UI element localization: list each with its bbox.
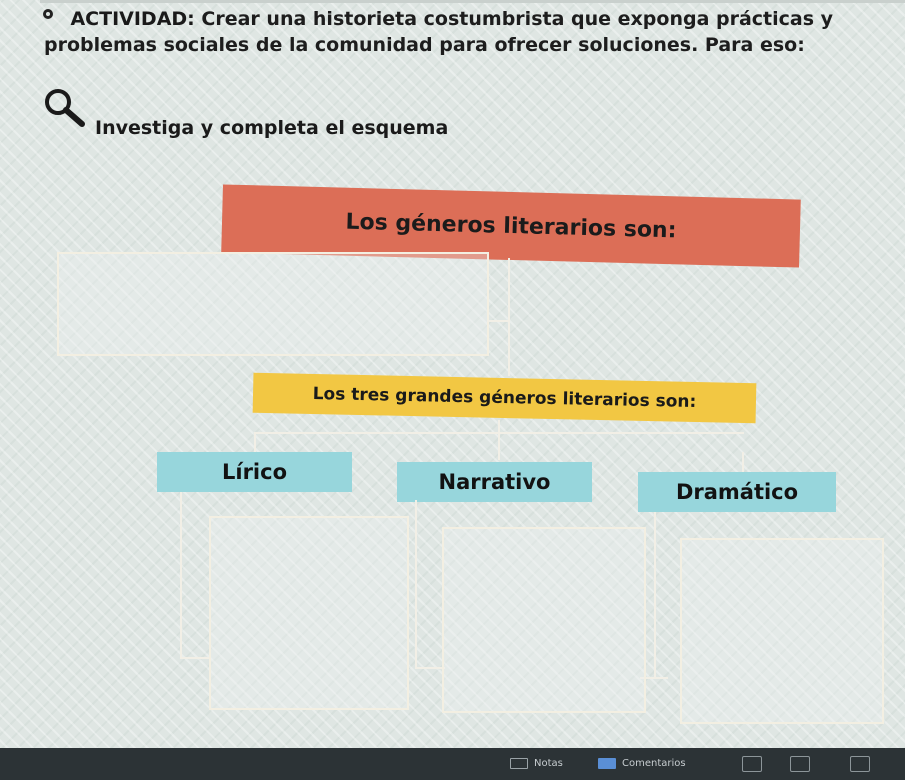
connector-line xyxy=(180,657,210,659)
dramatico-answer-box[interactable] xyxy=(680,538,884,724)
connector-line xyxy=(180,492,182,658)
bottom-toolbar: Notas Comentarios xyxy=(0,748,905,780)
connector-line xyxy=(415,667,445,669)
search-icon xyxy=(45,89,85,127)
lirico-answer-box[interactable] xyxy=(209,516,409,710)
connector-line xyxy=(654,512,656,678)
reading-view-icon[interactable] xyxy=(850,756,870,772)
genre-lirico: Lírico xyxy=(157,452,352,492)
activity-label: ACTIVIDAD: xyxy=(70,8,195,30)
connector-line xyxy=(498,420,500,460)
genre-dramatico: Dramático xyxy=(638,472,836,512)
sub-title-banner: Los tres grandes géneros literarios son: xyxy=(252,372,757,424)
main-title: Los géneros literarios son: xyxy=(345,209,677,243)
connector-line xyxy=(742,452,744,472)
instruction-text: Investiga y completa el esquema xyxy=(95,117,449,139)
narrativo-answer-box[interactable] xyxy=(442,527,646,713)
comments-button[interactable]: Comentarios xyxy=(598,758,686,769)
genre-narrativo: Narrativo xyxy=(397,462,592,502)
connector-line xyxy=(487,320,509,322)
sub-title: Los tres grandes géneros literarios son: xyxy=(312,383,697,413)
top-rule xyxy=(40,0,905,3)
notes-button[interactable]: Notas xyxy=(510,758,563,769)
comments-icon xyxy=(598,758,616,769)
normal-view-icon[interactable] xyxy=(742,756,762,772)
connector-line xyxy=(254,432,256,452)
activity-statement: ACTIVIDAD: Crear una historieta costumbr… xyxy=(44,6,884,58)
notes-icon xyxy=(510,758,528,769)
connector-line xyxy=(415,500,417,668)
connector-line xyxy=(508,258,510,376)
sorter-view-icon[interactable] xyxy=(790,756,810,772)
definition-answer-box[interactable] xyxy=(57,252,489,356)
